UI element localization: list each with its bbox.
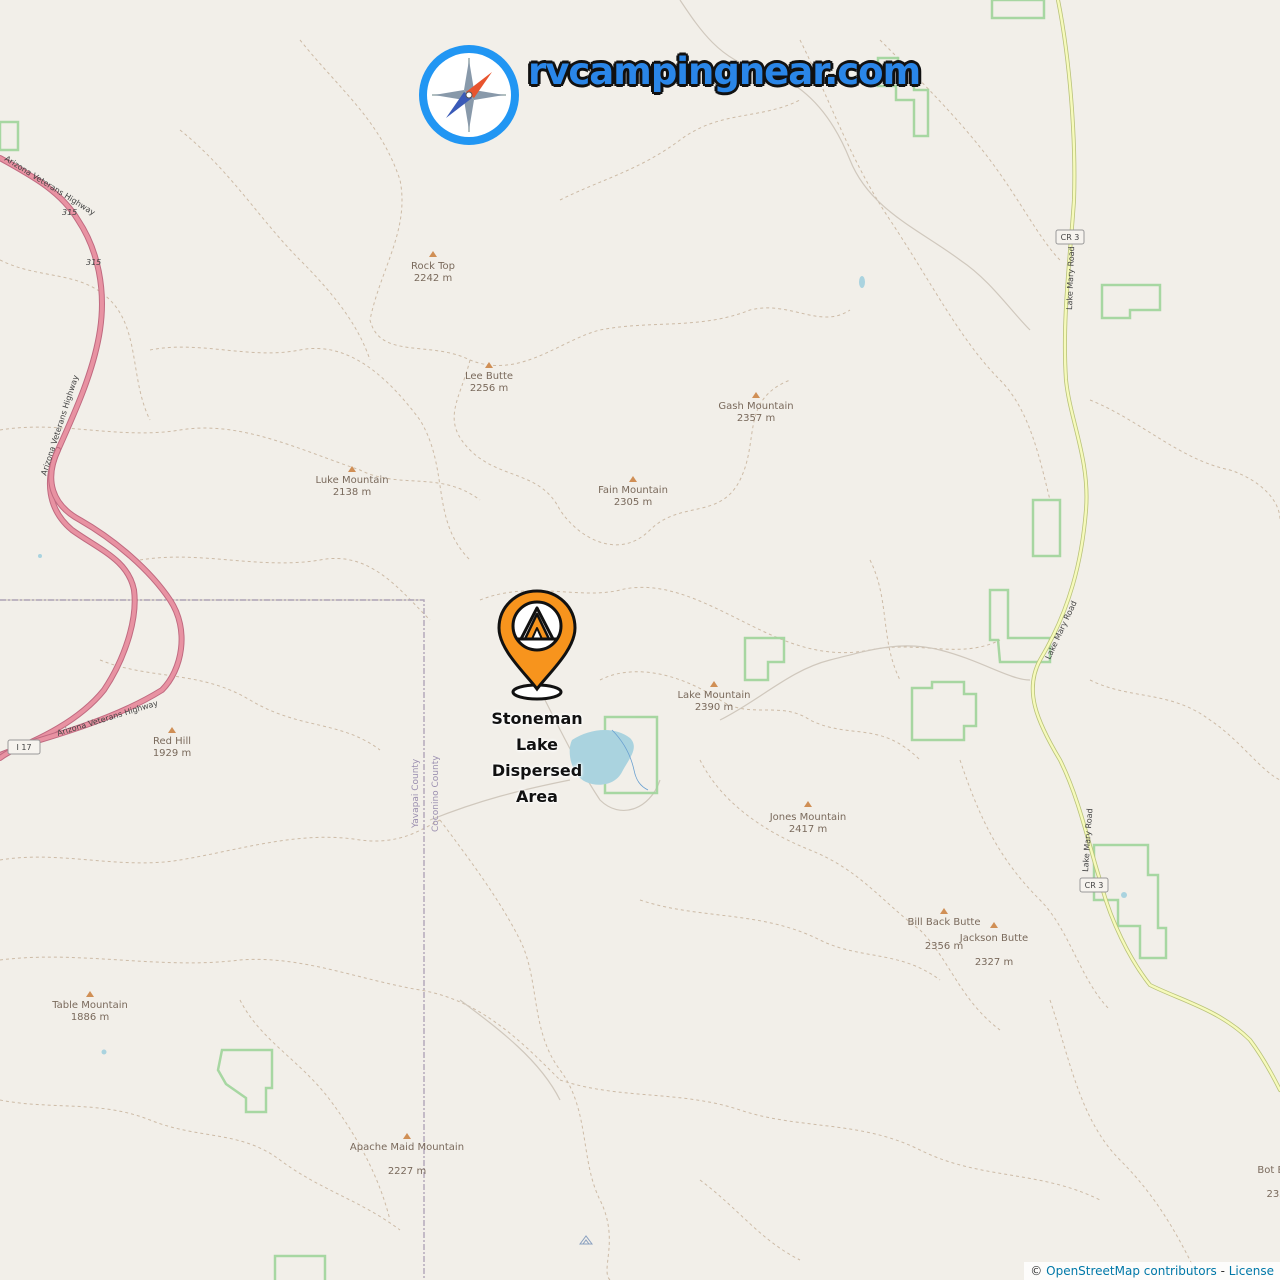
campsite-label-line: Area: [516, 787, 558, 806]
peak-elevation: 2227 m: [388, 1166, 426, 1177]
peak-name: Luke Mountain: [315, 475, 388, 486]
copyright-symbol: ©: [1030, 1264, 1043, 1278]
attribution-separator: -: [1220, 1264, 1225, 1278]
highway-name-label: Arizona Veterans Highway: [3, 154, 97, 217]
svg-text:CR 3: CR 3: [1085, 881, 1104, 890]
campsite-label-line: Stoneman: [491, 709, 583, 728]
campsite-label[interactable]: Stoneman Lake Dispersed Area: [486, 706, 588, 810]
road-name-label: Lake Mary Road: [1065, 246, 1076, 310]
compass-icon: [419, 45, 519, 145]
tracks: [0, 39, 1280, 1280]
cr3-shield-north: CR 3: [1055, 229, 1085, 245]
minor-roads: [0, 0, 1031, 1101]
peak-name: Bot But: [1257, 1165, 1280, 1176]
peak-name: Bill Back Butte: [907, 917, 980, 928]
peak-name: Fain Mountain: [598, 485, 668, 496]
peak-elevation: 2357 m: [737, 413, 775, 424]
campsite-label-line: Dispersed: [491, 761, 583, 780]
map-base-layer: Rock Top 2242 m Lee Butte 2256 m Gash Mo…: [0, 0, 1280, 1280]
map-attribution: © OpenStreetMap contributors - License: [1024, 1262, 1280, 1280]
peak-elevation: 2256 m: [470, 383, 508, 394]
peak-name: Gash Mountain: [718, 401, 793, 412]
peak-name: Rock Top: [411, 261, 455, 272]
lake-mary-road: [1030, 0, 1280, 1092]
peak-elevation: 2327 m: [975, 957, 1013, 968]
peak-name: Apache Maid Mountain: [350, 1142, 464, 1153]
peak-elevation: 1886 m: [71, 1012, 109, 1023]
peak-elevation: 1929 m: [153, 748, 191, 759]
brand-wordmark: rvcampingnear.com: [528, 50, 921, 93]
county-name-west: Yavapai County: [411, 758, 421, 829]
route-number-label: 315: [86, 258, 101, 267]
county-labels: Yavapai County Coconino County: [411, 755, 441, 832]
peak-elevation: 2242 m: [414, 273, 452, 284]
osm-contributors-link[interactable]: OpenStreetMap contributors: [1046, 1264, 1217, 1278]
road-name-label: Lake Mary Road: [1044, 599, 1079, 660]
map-pin-icon: [497, 589, 577, 701]
peak-name: Jones Mountain: [769, 812, 847, 823]
peak-name: Table Mountain: [51, 1000, 128, 1011]
peak-elevation: 2138 m: [333, 487, 371, 498]
svg-text:CR 3: CR 3: [1061, 233, 1080, 242]
svg-text:I 17: I 17: [16, 743, 31, 752]
peak-elevation: 2356 m: [925, 941, 963, 952]
peak-name: Red Hill: [153, 736, 191, 747]
peak-elevation: 233: [1266, 1189, 1280, 1200]
route-number-label: 315: [62, 208, 77, 217]
county-border: [0, 599, 425, 1280]
peak-elevation: 2390 m: [695, 702, 733, 713]
county-name-east: Coconino County: [431, 755, 441, 832]
i17-shield: I 17: [7, 739, 41, 755]
peak-elevation: 2417 m: [789, 824, 827, 835]
peak-elevation: 2305 m: [614, 497, 652, 508]
campsite-icon: [579, 1235, 593, 1245]
license-link[interactable]: License: [1229, 1264, 1274, 1278]
campsite-marker[interactable]: [496, 588, 578, 708]
peak-name: Lee Butte: [465, 371, 513, 382]
interstate-17: [0, 155, 185, 761]
highway-name-label: Arizona Veterans Highway: [39, 374, 80, 477]
map-view[interactable]: Rock Top 2242 m Lee Butte 2256 m Gash Mo…: [0, 0, 1280, 1280]
peak-name: Jackson Butte: [959, 933, 1028, 944]
protected-areas: [0, 0, 1168, 1280]
cr3-shield-south: CR 3: [1079, 877, 1109, 893]
peak-labels: Rock Top 2242 m Lee Butte 2256 m Gash Mo…: [51, 261, 1280, 1200]
peak-name: Lake Mountain: [677, 690, 750, 701]
campsite-label-line: Lake: [515, 735, 559, 754]
